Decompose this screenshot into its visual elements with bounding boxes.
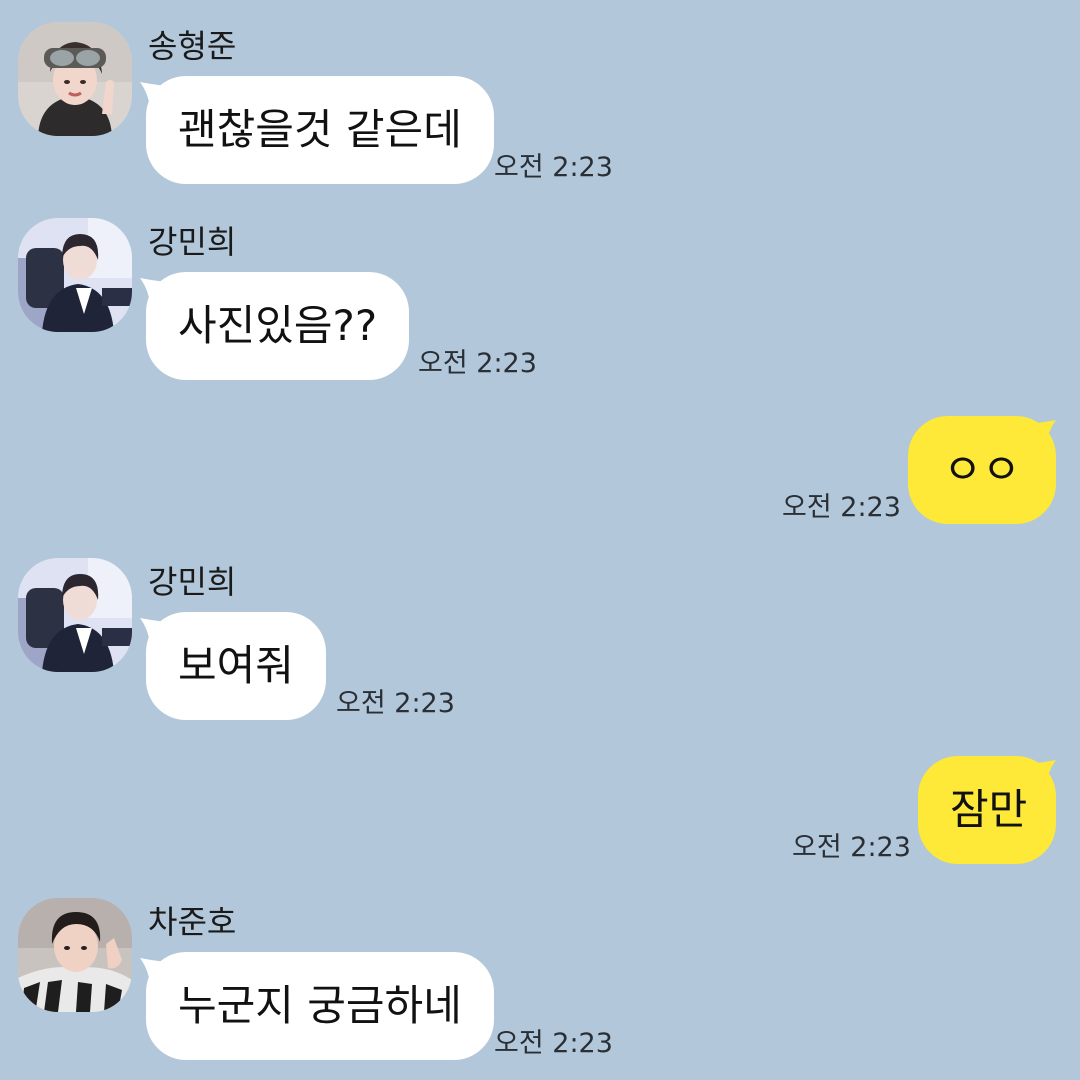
sender-name: 강민희 xyxy=(148,563,237,601)
message-bubble[interactable]: 누군지 궁금하네 xyxy=(146,952,494,1060)
sender-name: 송형준 xyxy=(148,27,237,65)
sender-name: 차준호 xyxy=(148,903,237,941)
message-timestamp: 오전 2:23 xyxy=(782,492,901,523)
message-bubble[interactable]: ㅇㅇ xyxy=(908,416,1056,524)
sender-avatar[interactable] xyxy=(18,898,132,1012)
sender-avatar[interactable] xyxy=(18,558,132,672)
message-timestamp: 오전 2:23 xyxy=(336,688,455,719)
message-timestamp: 오전 2:23 xyxy=(418,348,537,379)
profile-photo-icon xyxy=(18,22,132,136)
message-timestamp: 오전 2:23 xyxy=(494,152,613,183)
message-bubble[interactable]: 괜찮을것 같은데 xyxy=(146,76,494,184)
chat-message-list[interactable]: 송형준 괜찮을것 같은데 오전 2:23 강민희 사진있음?? 오전 2:23 … xyxy=(0,0,1080,1080)
message-bubble[interactable]: 사진있음?? xyxy=(146,272,410,380)
profile-photo-icon xyxy=(18,218,132,332)
message-timestamp: 오전 2:23 xyxy=(494,1028,613,1059)
profile-photo-icon xyxy=(18,898,132,1012)
sender-avatar[interactable] xyxy=(18,218,132,332)
sender-name: 강민희 xyxy=(148,223,237,261)
message-bubble[interactable]: 보여줘 xyxy=(146,612,326,720)
sender-avatar[interactable] xyxy=(18,22,132,136)
message-bubble[interactable]: 잠만 xyxy=(918,756,1056,864)
profile-photo-icon xyxy=(18,558,132,672)
message-timestamp: 오전 2:23 xyxy=(792,832,911,863)
